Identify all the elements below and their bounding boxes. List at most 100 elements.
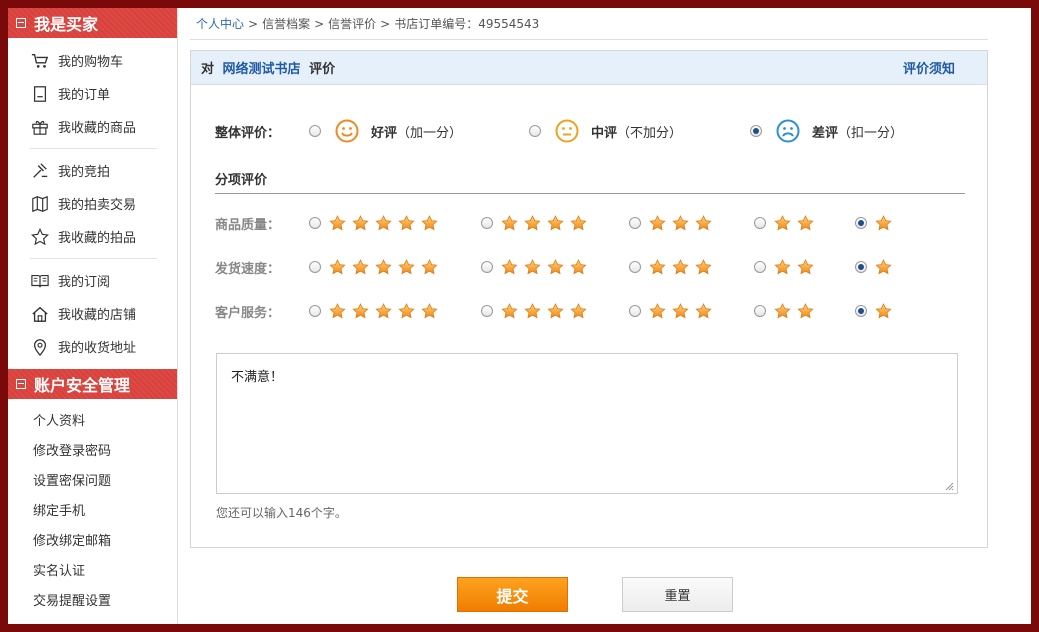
comment-textarea[interactable]: 不满意！ xyxy=(216,353,958,494)
criteria-label: 发货速度： xyxy=(215,261,281,277)
star-option-4[interactable] xyxy=(481,255,593,279)
star-radio[interactable] xyxy=(309,217,321,229)
star-icon xyxy=(570,258,587,274)
sidebar-item-orders[interactable]: 我的订单 xyxy=(8,77,177,110)
sidebar-item-auction-deals[interactable]: 我的拍卖交易 xyxy=(8,187,177,220)
star-option-3[interactable] xyxy=(629,255,718,279)
sidebar-item-fav-goods[interactable]: 我收藏的商品 xyxy=(8,110,177,143)
sidebar-item-fav-shops[interactable]: 我收藏的店铺 xyxy=(8,297,177,330)
neutral-face-icon xyxy=(555,119,579,143)
review-panel: 对 网络测试书店 评价 评价须知 整体评价： 好评（加一分） 中评（不加分） 差… xyxy=(190,50,988,548)
star-icon xyxy=(672,258,689,274)
star-icon xyxy=(329,258,346,274)
account-section-title: 账户安全管理 xyxy=(34,376,131,395)
good-radio[interactable] xyxy=(309,125,321,137)
panel-title: 对 网络测试书店 评价 xyxy=(201,58,335,77)
sidebar-item-change-password[interactable]: 修改登录密码 xyxy=(8,434,177,464)
sidebar-item-label: 我的购物车 xyxy=(58,55,124,70)
star-option-2[interactable] xyxy=(754,211,820,235)
star-icon xyxy=(547,214,564,230)
star-icon xyxy=(421,302,438,318)
star-radio[interactable] xyxy=(855,261,867,273)
star-icon xyxy=(398,214,415,230)
star-option-4[interactable] xyxy=(481,299,593,323)
star-option-1[interactable] xyxy=(855,211,898,235)
sidebar-item-security-question[interactable]: 设置密保问题 xyxy=(8,464,177,494)
star-icon xyxy=(524,214,541,230)
sidebar-item-real-name[interactable]: 实名认证 xyxy=(8,554,177,584)
star-option-5[interactable] xyxy=(309,299,444,323)
sidebar-item-change-email[interactable]: 修改绑定邮箱 xyxy=(8,524,177,554)
star-radio[interactable] xyxy=(754,217,766,229)
bad-radio[interactable] xyxy=(750,125,762,137)
star-radio[interactable] xyxy=(754,261,766,273)
star-radio[interactable] xyxy=(629,217,641,229)
breadcrumb: 个人中心 > 信誉档案 > 信誉评价 > 书店订单编号：49554543 xyxy=(190,8,988,40)
star-option-5[interactable] xyxy=(309,211,444,235)
star-icon xyxy=(695,258,712,274)
star-option-1[interactable] xyxy=(855,299,898,323)
rating-option-good[interactable]: 好评（加一分） xyxy=(309,119,529,143)
breadcrumb-home-link[interactable]: 个人中心 xyxy=(196,15,244,32)
cart-icon xyxy=(30,52,50,70)
star-option-2[interactable] xyxy=(754,255,820,279)
star-option-1[interactable] xyxy=(855,255,898,279)
sidebar-item-address[interactable]: 我的收货地址 xyxy=(8,330,177,363)
star-icon xyxy=(695,302,712,318)
star-option-3[interactable] xyxy=(629,211,718,235)
star-icon xyxy=(695,214,712,230)
sidebar-item-label: 我收藏的拍品 xyxy=(58,231,137,246)
star-icon xyxy=(547,258,564,274)
submit-button[interactable]: 提交 xyxy=(457,577,568,612)
reset-button[interactable]: 重置 xyxy=(622,577,733,612)
rating-option-bad[interactable]: 差评（扣一分） xyxy=(750,119,903,143)
sidebar-item-fav-lots[interactable]: 我收藏的拍品 xyxy=(8,220,177,253)
star-radio[interactable] xyxy=(481,261,493,273)
star-radio[interactable] xyxy=(481,217,493,229)
review-notice-link[interactable]: 评价须知 xyxy=(903,58,955,77)
detail-section-title: 分项评价 xyxy=(215,169,965,194)
star-radio[interactable] xyxy=(629,261,641,273)
criteria-label: 商品质量： xyxy=(215,217,281,233)
collapse-icon[interactable] xyxy=(16,18,26,28)
star-option-2[interactable] xyxy=(754,299,820,323)
breadcrumb-credit-link[interactable]: 信誉档案 xyxy=(262,15,310,32)
sidebar-item-bind-phone[interactable]: 绑定手机 xyxy=(8,494,177,524)
sidebar-item-cart[interactable]: 我的购物车 xyxy=(8,44,177,77)
bad-note: （扣一分） xyxy=(838,125,904,141)
criteria-label: 客户服务： xyxy=(215,305,281,321)
main-content: 个人中心 > 信誉档案 > 信誉评价 > 书店订单编号：49554543 对 网… xyxy=(190,8,1005,624)
smile-face-icon xyxy=(335,119,359,143)
rating-option-neutral[interactable]: 中评（不加分） xyxy=(529,119,750,143)
star-radio[interactable] xyxy=(629,305,641,317)
star-radio[interactable] xyxy=(309,305,321,317)
bad-label: 差评（扣一分） xyxy=(812,122,903,141)
star-option-4[interactable] xyxy=(481,211,593,235)
star-radio[interactable] xyxy=(481,305,493,317)
star-radio[interactable] xyxy=(855,217,867,229)
star-icon xyxy=(421,214,438,230)
account-section-header[interactable]: 账户安全管理 xyxy=(8,369,177,399)
sidebar-item-bids[interactable]: 我的竞拍 xyxy=(8,154,177,187)
neutral-radio[interactable] xyxy=(529,125,541,137)
star-radio[interactable] xyxy=(855,305,867,317)
buyer-section-title: 我是买家 xyxy=(34,15,99,34)
star-radio[interactable] xyxy=(309,261,321,273)
star-icon xyxy=(329,302,346,318)
sidebar: 我是买家 我的购物车 我的订单 我收藏的商品 我的竞拍 我的拍卖交易 我收藏的拍… xyxy=(8,8,178,624)
open-book-icon xyxy=(30,272,50,290)
star-option-3[interactable] xyxy=(629,299,718,323)
sidebar-item-label: 我收藏的店铺 xyxy=(58,308,137,323)
collapse-icon[interactable] xyxy=(16,379,26,389)
shop-name-link[interactable]: 网络测试书店 xyxy=(223,62,301,77)
star-radio[interactable] xyxy=(754,305,766,317)
resize-grip-icon[interactable] xyxy=(944,481,954,491)
buyer-section-header[interactable]: 我是买家 xyxy=(8,8,177,38)
star-option-5[interactable] xyxy=(309,255,444,279)
sidebar-item-subscriptions[interactable]: 我的订阅 xyxy=(8,264,177,297)
breadcrumb-review-link[interactable]: 信誉评价 xyxy=(328,15,376,32)
sidebar-item-profile[interactable]: 个人资料 xyxy=(8,404,177,434)
star-icon xyxy=(398,302,415,318)
sidebar-item-trade-reminder[interactable]: 交易提醒设置 xyxy=(8,584,177,614)
star-icon xyxy=(570,302,587,318)
